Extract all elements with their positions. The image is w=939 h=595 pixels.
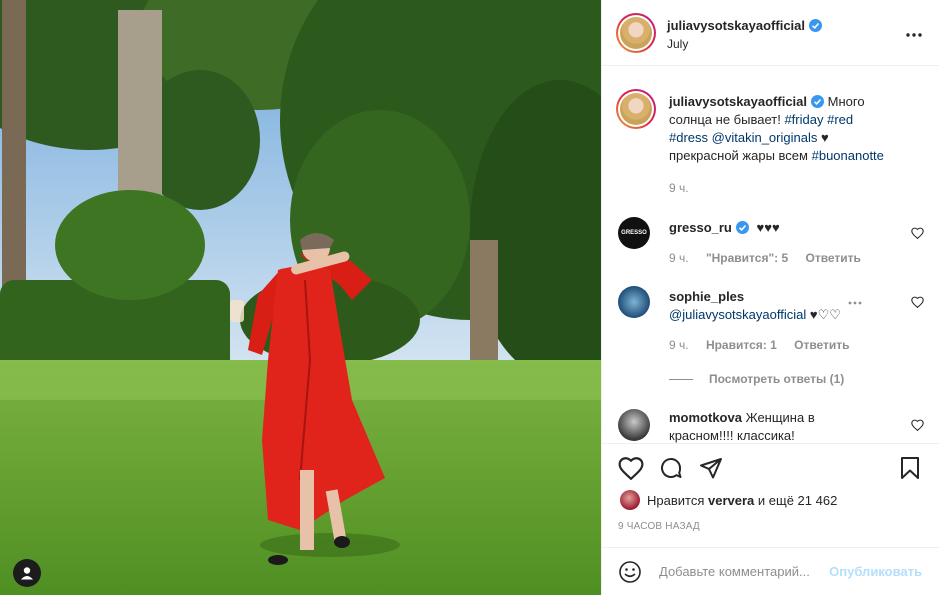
mention-link[interactable]: @juliavysotskayaofficial <box>669 307 806 322</box>
hashtag-dress[interactable]: #dress <box>669 130 708 145</box>
caption: juliavysotskayaofficial Много солнца не … <box>616 89 924 199</box>
commenter-avatar[interactable]: GRESSO <box>618 217 650 249</box>
comment-icon[interactable] <box>658 456 684 480</box>
heart-icon[interactable] <box>911 296 924 308</box>
likes-summary[interactable]: Нравится ververa и ещё 21 462 <box>620 490 837 510</box>
heart-icon[interactable] <box>911 227 924 239</box>
likes-count[interactable]: и ещё 21 462 <box>758 493 837 508</box>
caption-author[interactable]: juliavysotskayaofficial <box>669 94 807 109</box>
caption-time: 9 ч. <box>669 181 689 195</box>
post-timestamp[interactable]: 9 ЧАСОВ НАЗАД <box>618 521 700 532</box>
reply-button[interactable]: Ответить <box>805 251 860 265</box>
post-header: juliavysotskayaofficial July <box>602 0 939 66</box>
liker-avatar <box>620 490 640 510</box>
post-location[interactable]: July <box>667 37 688 51</box>
more-horizontal-icon <box>906 33 922 37</box>
comment-text: gresso_ru ♥♥♥ <box>669 220 780 235</box>
comment-options-button[interactable] <box>848 292 862 310</box>
commenter-username[interactable]: momotkova <box>669 410 742 425</box>
view-replies-button[interactable]: Посмотреть ответы (1) <box>669 370 858 388</box>
verified-badge-icon <box>811 95 825 108</box>
comment-text: momotkova Женщина в красном!!!! классика… <box>669 410 815 443</box>
caption-text: juliavysotskayaofficial Много солнца не … <box>669 94 884 163</box>
commenter-avatar[interactable] <box>618 286 650 318</box>
heart-emoji: ♥ <box>820 130 829 145</box>
comment-likes[interactable]: Нравится: 1 <box>706 338 777 352</box>
heart-icon[interactable] <box>911 419 924 431</box>
comment-item: GRESSO gresso_ru ♥♥♥ 9 ч. "Нравится": 5 … <box>618 217 924 267</box>
commenter-username[interactable]: gresso_ru <box>669 220 732 235</box>
commenter-username[interactable]: sophie_ples <box>669 289 744 304</box>
comment-item: sophie_ples @juliavysotskayaofficial ♥♡♡… <box>618 286 924 386</box>
add-comment-bar: Добавьте комментарий... Опубликовать <box>602 547 939 595</box>
instagram-post-modal: juliavysotskayaofficial July juliavysots… <box>0 0 939 595</box>
more-horizontal-icon <box>848 301 862 305</box>
hashtag-friday[interactable]: #friday <box>784 112 823 127</box>
smiley-icon[interactable] <box>618 560 642 584</box>
author-avatar[interactable] <box>616 13 656 53</box>
commenter-avatar[interactable] <box>618 409 650 441</box>
liker-username[interactable]: ververa <box>708 493 754 508</box>
comment-item: momotkova Женщина в красном!!!! классика… <box>618 409 924 443</box>
author-username[interactable]: juliavysotskayaofficial <box>667 18 805 33</box>
post-photo[interactable] <box>0 0 601 595</box>
heart-icon[interactable] <box>618 456 644 480</box>
hashtag-buonanotte[interactable]: #buonanotte <box>812 148 884 163</box>
post-actions: Нравится ververa и ещё 21 462 9 ЧАСОВ НА… <box>602 443 939 553</box>
comments-list[interactable]: juliavysotskayaofficial Много солнца не … <box>602 67 939 443</box>
bookmark-icon[interactable] <box>898 456 922 480</box>
comment-input[interactable]: Добавьте комментарий... <box>659 564 810 579</box>
comment-meta: 9 ч. "Нравится": 5 Ответить <box>669 251 861 265</box>
comment-meta: 9 ч. Нравится: 1 Ответить <box>669 338 850 352</box>
comment-likes[interactable]: "Нравится": 5 <box>706 251 788 265</box>
paper-plane-icon[interactable] <box>698 456 724 480</box>
photo-illustration <box>0 0 601 595</box>
caption-avatar[interactable] <box>616 89 656 129</box>
comment-text: sophie_ples @juliavysotskayaofficial ♥♡♡ <box>669 289 841 322</box>
mention-vitakin[interactable]: @vitakin_originals <box>712 130 818 145</box>
tagged-users-button[interactable] <box>13 559 41 587</box>
reply-button[interactable]: Ответить <box>794 338 849 352</box>
publish-button[interactable]: Опубликовать <box>829 564 922 579</box>
post-sidebar: juliavysotskayaofficial July juliavysots… <box>601 0 939 595</box>
replies-divider <box>669 378 693 380</box>
verified-badge-icon <box>809 19 823 32</box>
hashtag-red[interactable]: #red <box>827 112 853 127</box>
verified-badge-icon <box>735 221 749 234</box>
user-icon <box>21 567 33 580</box>
more-options-button[interactable] <box>906 24 922 42</box>
